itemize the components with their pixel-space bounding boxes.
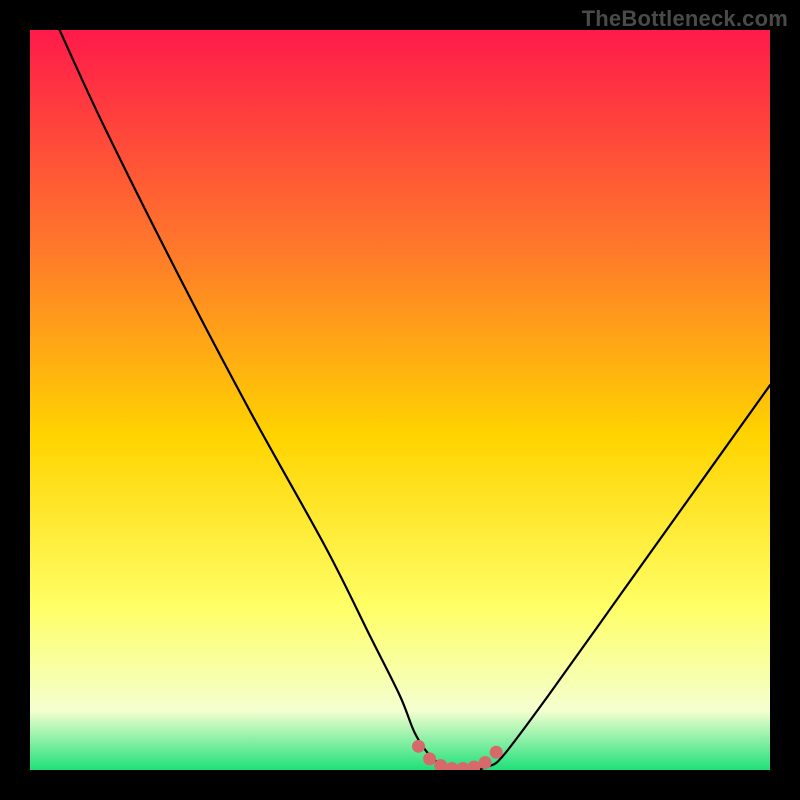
optimal-marker [490,746,503,759]
plot-area [30,30,770,770]
chart-frame: TheBottleneck.com [0,0,800,800]
optimal-marker [412,740,425,753]
watermark-label: TheBottleneck.com [582,6,788,32]
chart-svg [30,30,770,770]
optimal-marker [479,756,492,769]
gradient-background [30,30,770,770]
optimal-marker [423,752,436,765]
